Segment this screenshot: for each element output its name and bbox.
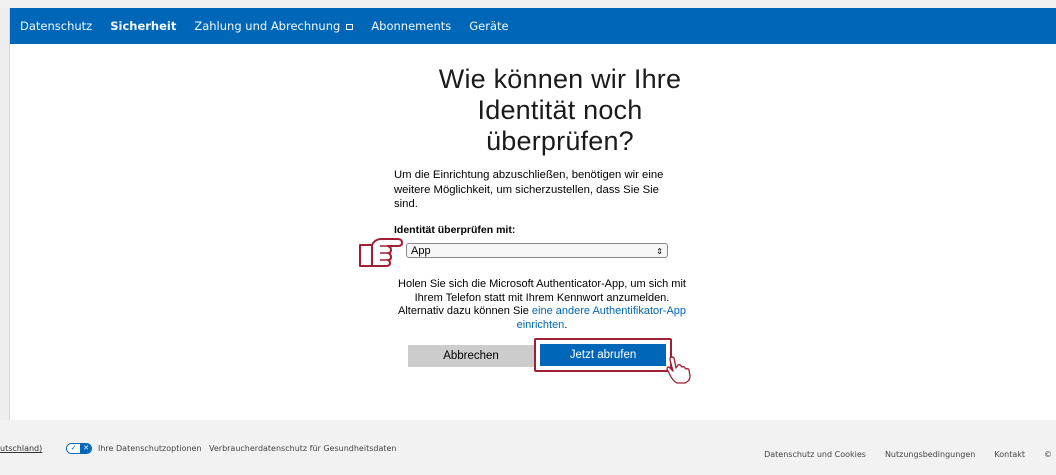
nav-datenschutz[interactable]: Datenschutz <box>20 19 92 33</box>
verify-method-value: App <box>411 245 431 257</box>
footer-links: Datenschutz und Cookies Nutzungsbedingun… <box>764 450 1052 459</box>
footer-copyright: © <box>1044 450 1052 459</box>
title-line-2: Identität noch <box>477 95 643 125</box>
consumer-health-link[interactable]: Verbraucherdatenschutz für Gesundheitsda… <box>209 444 397 453</box>
nav-zahlung[interactable]: Zahlung und Abrechnung <box>194 19 354 33</box>
privacy-choices-icon: ✓ ✕ <box>66 443 92 454</box>
external-link-icon <box>346 23 354 30</box>
verify-method-select[interactable]: App ⇕ <box>406 243 668 258</box>
footer-link-privacy-cookies[interactable]: Datenschutz und Cookies <box>764 450 866 459</box>
select-arrows-icon: ⇕ <box>656 247 663 256</box>
footer: utschland) ✓ ✕ Ihre Datenschutzoptionen … <box>0 420 1056 475</box>
info-end: . <box>564 318 568 331</box>
verify-method-label: Identität überprüfen mit: <box>394 224 516 236</box>
nav-geraete[interactable]: Geräte <box>469 19 508 33</box>
nav-abonnements[interactable]: Abonnements <box>371 19 451 33</box>
authenticator-info: Holen Sie sich die Microsoft Authenticat… <box>396 278 688 332</box>
other-authenticator-link[interactable]: eine andere Authentifikator-App einricht… <box>517 305 686 331</box>
pointing-hand-icon <box>359 238 403 267</box>
footer-link-contact[interactable]: Kontakt <box>994 450 1025 459</box>
nav-zahlung-label: Zahlung und Abrechnung <box>194 19 341 33</box>
intro-text: Um die Einrichtung abzuschließen, benöti… <box>394 169 664 210</box>
region-link[interactable]: utschland) <box>0 444 42 453</box>
title-line-1: Wie können wir Ihre <box>438 64 682 94</box>
top-navigation: Datenschutz Sicherheit Zahlung und Abrec… <box>10 8 1056 44</box>
privacy-options-link[interactable]: Ihre Datenschutzoptionen <box>98 444 202 453</box>
nav-sicherheit[interactable]: Sicherheit <box>110 19 176 33</box>
hand-cursor-icon <box>666 356 691 384</box>
main-content: Wie können wir Ihre Identität noch überp… <box>10 44 1056 420</box>
title-line-3: überprüfen? <box>486 126 634 156</box>
page-title: Wie können wir Ihre Identität noch überp… <box>410 64 710 157</box>
window-frame-left <box>0 8 10 475</box>
get-now-button[interactable]: Jetzt abrufen <box>540 344 666 366</box>
cancel-button[interactable]: Abbrechen <box>408 345 534 367</box>
window-frame-top <box>0 0 1056 8</box>
footer-link-terms[interactable]: Nutzungsbedingungen <box>885 450 975 459</box>
